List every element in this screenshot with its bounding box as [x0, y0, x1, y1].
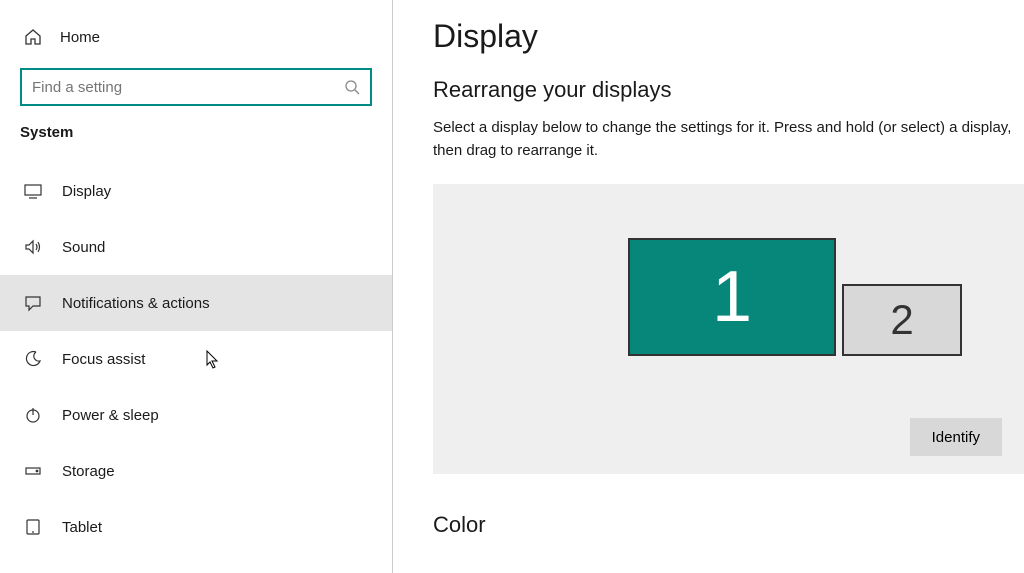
- search-box[interactable]: [20, 68, 372, 106]
- tablet-icon: [24, 518, 42, 536]
- sidebar-item-power-sleep[interactable]: Power & sleep: [0, 387, 392, 443]
- sidebar-item-tablet[interactable]: Tablet: [0, 499, 392, 555]
- home-link[interactable]: Home: [0, 20, 392, 60]
- power-icon: [24, 406, 42, 424]
- section-rearrange-desc: Select a display below to change the set…: [433, 117, 1024, 162]
- chat-icon: [24, 294, 42, 312]
- page-title: Display: [433, 18, 1024, 55]
- sidebar-item-label: Tablet: [62, 519, 102, 536]
- display-number: 1: [712, 256, 752, 338]
- category-title: System: [0, 124, 392, 163]
- sidebar-item-focus-assist[interactable]: Focus assist: [0, 331, 392, 387]
- identify-button[interactable]: Identify: [910, 418, 1002, 456]
- home-icon: [24, 28, 42, 46]
- sidebar-item-label: Notifications & actions: [62, 295, 210, 312]
- sidebar-item-label: Sound: [62, 239, 105, 256]
- display-number: 2: [890, 296, 913, 344]
- sidebar: Home System Display Sound Notifications …: [0, 0, 393, 573]
- search-input[interactable]: [32, 79, 344, 96]
- display-tile-1[interactable]: 1: [628, 238, 836, 356]
- sidebar-item-label: Power & sleep: [62, 407, 159, 424]
- monitor-icon: [24, 182, 42, 200]
- display-arrangement-area[interactable]: 1 2 Identify: [433, 184, 1024, 474]
- drive-icon: [24, 462, 42, 480]
- displays-container: 1 2: [628, 238, 962, 356]
- sidebar-item-label: Display: [62, 183, 111, 200]
- sidebar-item-display[interactable]: Display: [0, 163, 392, 219]
- sound-icon: [24, 238, 42, 256]
- sidebar-item-notifications[interactable]: Notifications & actions: [0, 275, 392, 331]
- home-label: Home: [60, 29, 100, 46]
- sidebar-item-storage[interactable]: Storage: [0, 443, 392, 499]
- moon-icon: [24, 350, 42, 368]
- section-color-title: Color: [433, 512, 1024, 538]
- sidebar-item-label: Focus assist: [62, 351, 145, 368]
- sidebar-item-sound[interactable]: Sound: [0, 219, 392, 275]
- main-panel: Display Rearrange your displays Select a…: [393, 0, 1024, 573]
- section-rearrange-title: Rearrange your displays: [433, 77, 1024, 103]
- search-icon: [344, 79, 360, 95]
- display-tile-2[interactable]: 2: [842, 284, 962, 356]
- sidebar-item-label: Storage: [62, 463, 115, 480]
